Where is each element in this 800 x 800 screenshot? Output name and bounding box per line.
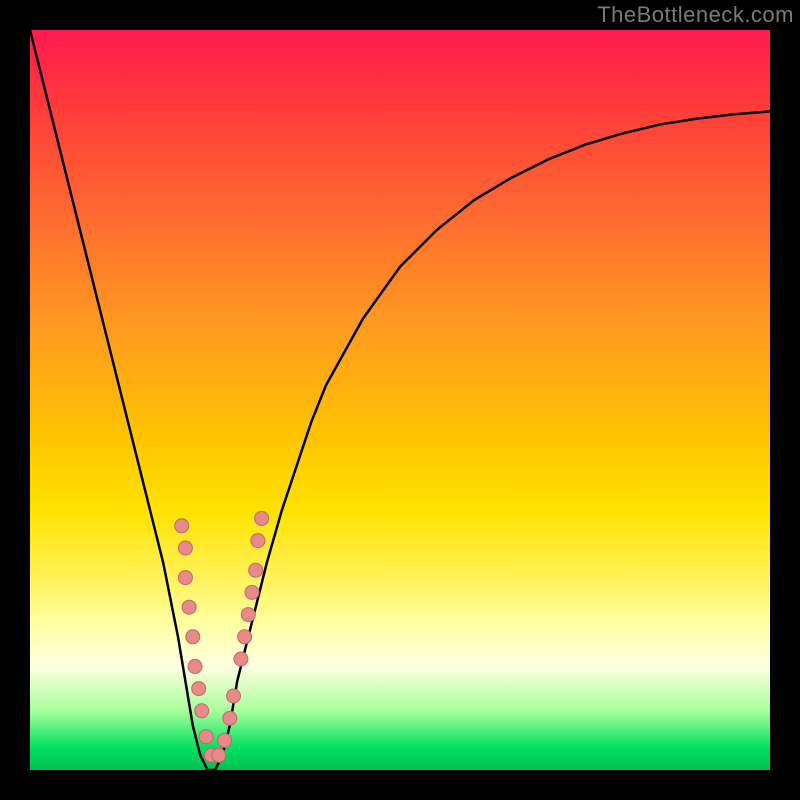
chart-frame: TheBottleneck.com <box>0 0 800 800</box>
data-marker <box>182 600 196 614</box>
data-marker <box>178 571 192 585</box>
bottleneck-curve-path <box>30 30 770 770</box>
plot-area <box>30 30 770 770</box>
data-marker <box>249 563 263 577</box>
data-marker <box>255 511 269 525</box>
data-marker <box>218 733 232 747</box>
data-marker <box>175 519 189 533</box>
data-marker <box>195 704 209 718</box>
data-marker <box>245 585 259 599</box>
data-marker <box>227 689 241 703</box>
data-markers <box>175 511 269 762</box>
data-marker <box>186 630 200 644</box>
data-marker <box>234 652 248 666</box>
data-marker <box>241 608 255 622</box>
data-marker <box>223 711 237 725</box>
data-marker <box>251 534 265 548</box>
data-marker <box>188 659 202 673</box>
curve-svg <box>30 30 770 770</box>
watermark-text: TheBottleneck.com <box>597 2 794 28</box>
data-marker <box>199 730 213 744</box>
data-marker <box>178 541 192 555</box>
data-marker <box>238 630 252 644</box>
data-marker <box>212 748 226 762</box>
data-marker <box>192 682 206 696</box>
